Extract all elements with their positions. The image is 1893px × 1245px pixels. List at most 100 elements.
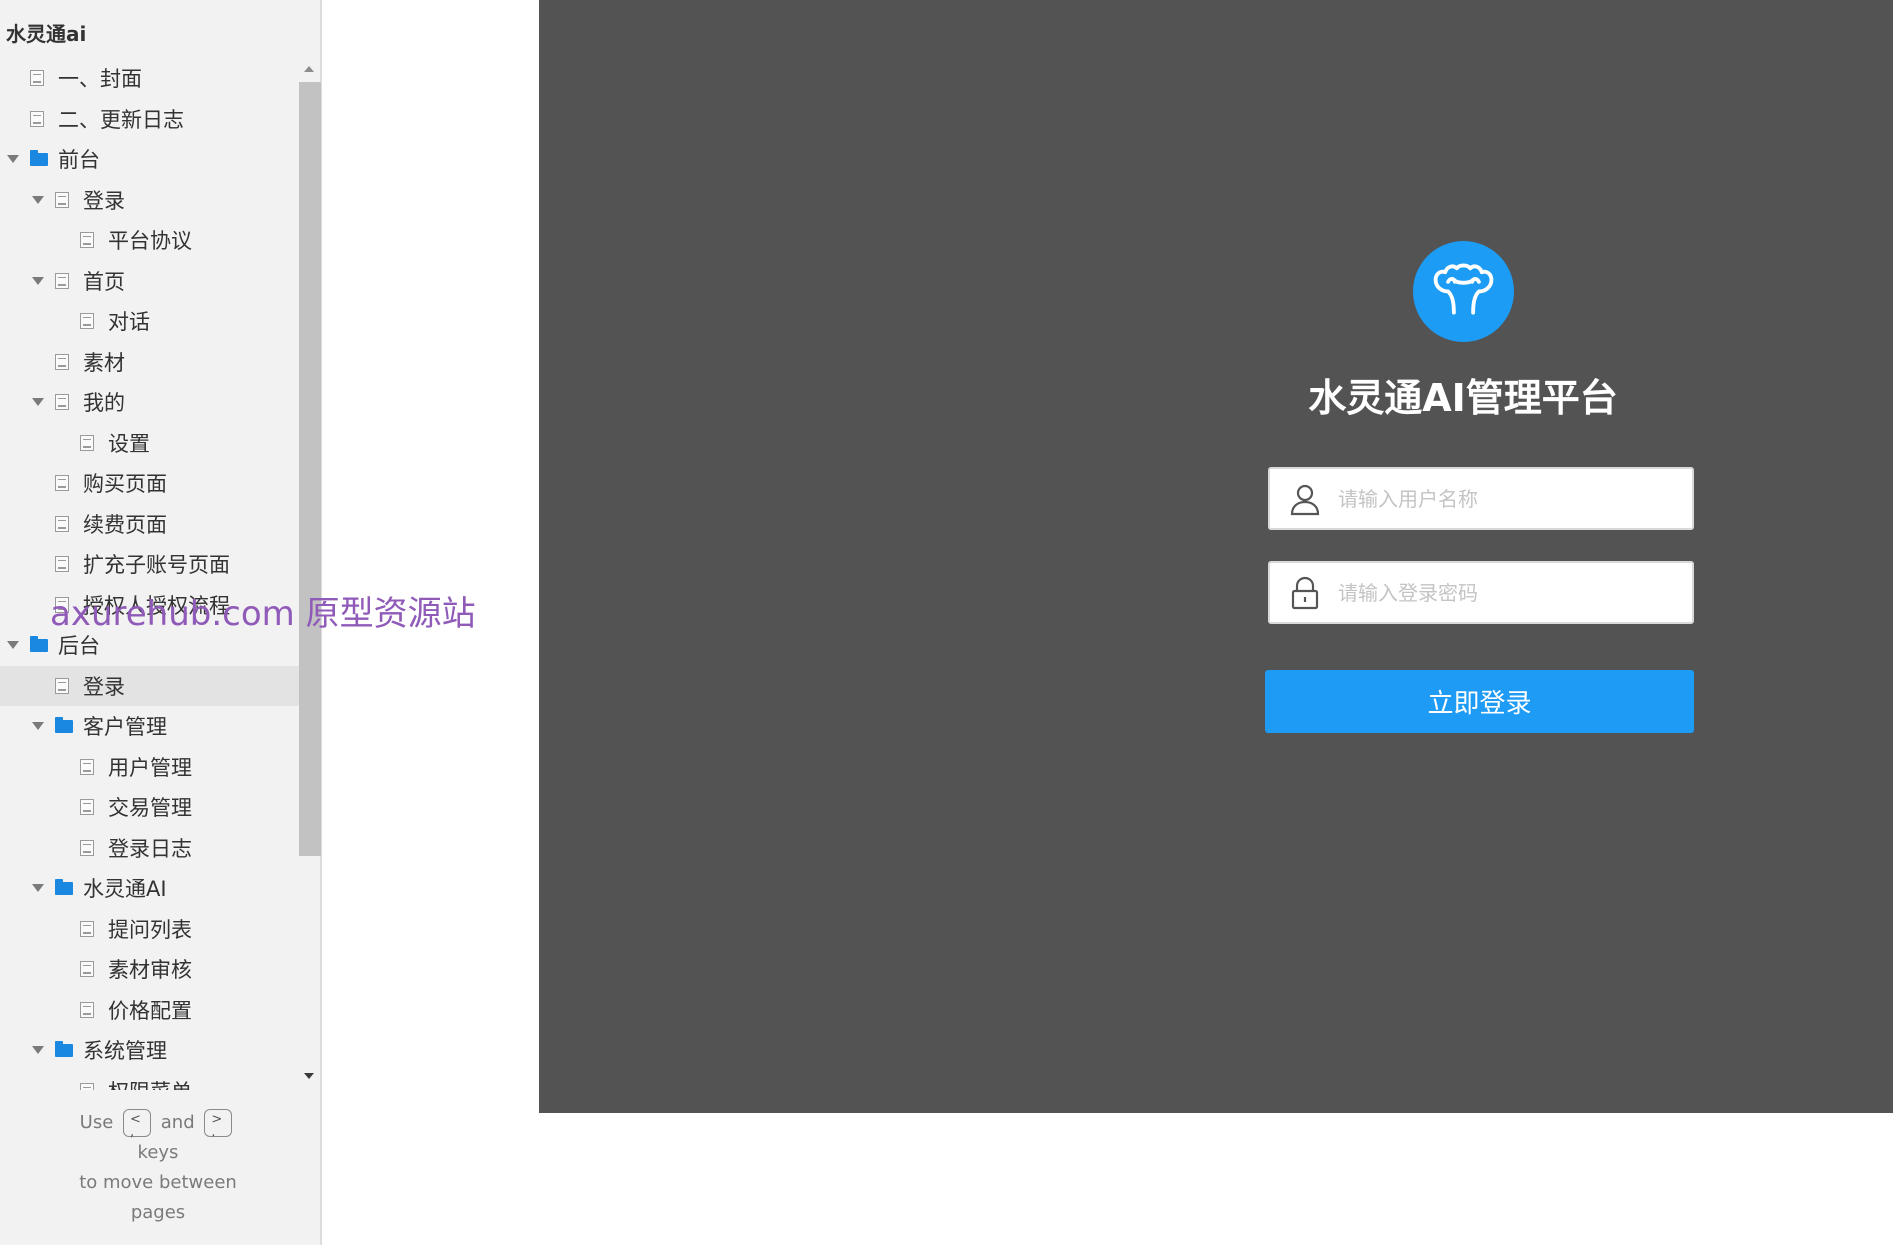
tree-item-label: 素材 <box>83 350 125 375</box>
tree-page-item[interactable]: 设置 <box>0 423 300 464</box>
user-icon <box>1290 484 1320 516</box>
nav-hint-keys: keys <box>137 1142 179 1163</box>
tree-item-label: 登录 <box>83 188 125 213</box>
lock-icon <box>1291 576 1319 610</box>
caret-down-icon[interactable] <box>32 276 44 285</box>
page-icon <box>80 839 94 856</box>
page-icon <box>55 394 69 411</box>
password-field[interactable] <box>1268 561 1694 624</box>
tree-item-label: 水灵通AI <box>83 877 167 902</box>
tree-folder[interactable]: 系统管理 <box>0 1030 300 1071</box>
nav-hint-line3: pages <box>130 1202 186 1223</box>
caret-down-icon[interactable] <box>7 155 19 164</box>
tree-page-item[interactable]: 续费页面 <box>0 504 300 545</box>
tree-page-item[interactable]: 二、更新日志 <box>0 99 300 140</box>
nav-hint-and: and <box>160 1112 195 1133</box>
username-field[interactable] <box>1268 467 1694 530</box>
tree-item-label: 平台协议 <box>108 229 192 254</box>
tree-item-label: 我的 <box>83 391 125 416</box>
tree-page-item[interactable]: 授权人授权流程 <box>0 585 300 626</box>
scroll-up-arrow-icon[interactable] <box>304 66 314 72</box>
tree-folder[interactable]: 客户管理 <box>0 706 300 747</box>
nav-hint-use: Use <box>79 1112 114 1133</box>
tree-folder[interactable]: 前台 <box>0 139 300 180</box>
tree-item-label: 价格配置 <box>108 998 192 1023</box>
scrollbar-thumb[interactable] <box>299 82 321 856</box>
platform-title: 水灵通AI管理平台 <box>1308 376 1618 420</box>
tree-page-item[interactable]: 用户管理 <box>0 747 300 788</box>
page-icon <box>30 70 44 87</box>
tree-page-item[interactable]: 一、封面 <box>0 58 300 99</box>
folder-icon <box>55 878 73 895</box>
page-icon <box>80 1001 94 1018</box>
page-icon <box>55 556 69 573</box>
next-key-icon: > . <box>204 1109 233 1139</box>
login-submit-button[interactable]: 立即登录 <box>1265 670 1694 733</box>
tree-page-item[interactable]: 扩充子账号页面 <box>0 544 300 585</box>
tree-folder[interactable]: 水灵通AI <box>0 868 300 909</box>
page-icon <box>80 799 94 816</box>
tree-item-label: 后台 <box>58 634 100 659</box>
page-icon <box>55 515 69 532</box>
tree-item-label: 系统管理 <box>83 1039 167 1064</box>
folder-icon <box>55 1040 73 1057</box>
caret-down-icon[interactable] <box>32 722 44 731</box>
page-icon <box>30 110 44 127</box>
prototype-canvas <box>539 0 1893 1113</box>
tree-item-label: 登录日志 <box>108 836 192 861</box>
tree-page-item[interactable]: 权限菜单 <box>0 1071 300 1090</box>
tree-page-item[interactable]: 登录 <box>0 665 300 706</box>
keyboard-nav-hint: Use < , and > . keys to move between pag… <box>0 1108 316 1228</box>
caret-down-icon[interactable] <box>32 884 44 893</box>
page-icon <box>80 758 94 775</box>
folder-icon <box>55 716 73 733</box>
tree-page-item[interactable]: 登录 <box>0 180 300 221</box>
scroll-down-arrow-icon[interactable] <box>304 1073 314 1079</box>
caret-down-icon[interactable] <box>32 398 44 407</box>
tree-item-label: 购买页面 <box>83 472 167 497</box>
password-input[interactable] <box>1336 563 1686 622</box>
page-icon <box>55 191 69 208</box>
page-icon <box>80 434 94 451</box>
page-icon <box>80 232 94 249</box>
tree-item-label: 用户管理 <box>108 755 192 780</box>
tree-item-label: 二、更新日志 <box>58 107 184 132</box>
tree-item-label: 扩充子账号页面 <box>83 553 230 578</box>
tree-page-item[interactable]: 购买页面 <box>0 463 300 504</box>
tree-folder[interactable]: 后台 <box>0 625 300 666</box>
tree-page-item[interactable]: 价格配置 <box>0 990 300 1031</box>
tree-item-label: 提问列表 <box>108 917 192 942</box>
page-icon <box>55 677 69 694</box>
tree-page-item[interactable]: 平台协议 <box>0 220 300 261</box>
page-icon <box>55 596 69 613</box>
sidebar-scrollbar[interactable] <box>299 58 321 1090</box>
tree-page-item[interactable]: 提问列表 <box>0 909 300 950</box>
page-tree: 一、封面 二、更新日志 前台 登录 平台协议 首页 对话 素材 我的 设置 购买页面 续费页面 扩充子账… <box>0 58 300 1090</box>
tree-item-label: 首页 <box>83 269 125 294</box>
tree-page-item[interactable]: 对话 <box>0 301 300 342</box>
tree-item-label: 授权人授权流程 <box>83 593 230 618</box>
tree-item-label: 设置 <box>108 431 150 456</box>
page-icon <box>55 353 69 370</box>
caret-down-icon[interactable] <box>32 1046 44 1055</box>
tree-item-label: 交易管理 <box>108 796 192 821</box>
tree-item-label: 一、封面 <box>58 67 142 92</box>
tree-page-item[interactable]: 登录日志 <box>0 828 300 869</box>
tree-page-item[interactable]: 交易管理 <box>0 787 300 828</box>
username-input[interactable] <box>1336 469 1686 528</box>
page-icon <box>55 475 69 492</box>
folder-icon <box>30 149 48 166</box>
tree-item-label: 对话 <box>108 310 150 335</box>
tree-page-item[interactable]: 素材审核 <box>0 949 300 990</box>
tree-page-item[interactable]: 素材 <box>0 342 300 383</box>
page-icon <box>80 313 94 330</box>
tree-item-label: 权限菜单 <box>108 1076 192 1090</box>
tree-item-label: 续费页面 <box>83 512 167 537</box>
tree-page-item[interactable]: 我的 <box>0 382 300 423</box>
tree-item-label: 客户管理 <box>83 715 167 740</box>
tree-page-item[interactable]: 首页 <box>0 261 300 302</box>
project-title: 水灵通ai <box>6 22 87 46</box>
page-icon <box>55 272 69 289</box>
caret-down-icon[interactable] <box>7 641 19 650</box>
caret-down-icon[interactable] <box>32 195 44 204</box>
